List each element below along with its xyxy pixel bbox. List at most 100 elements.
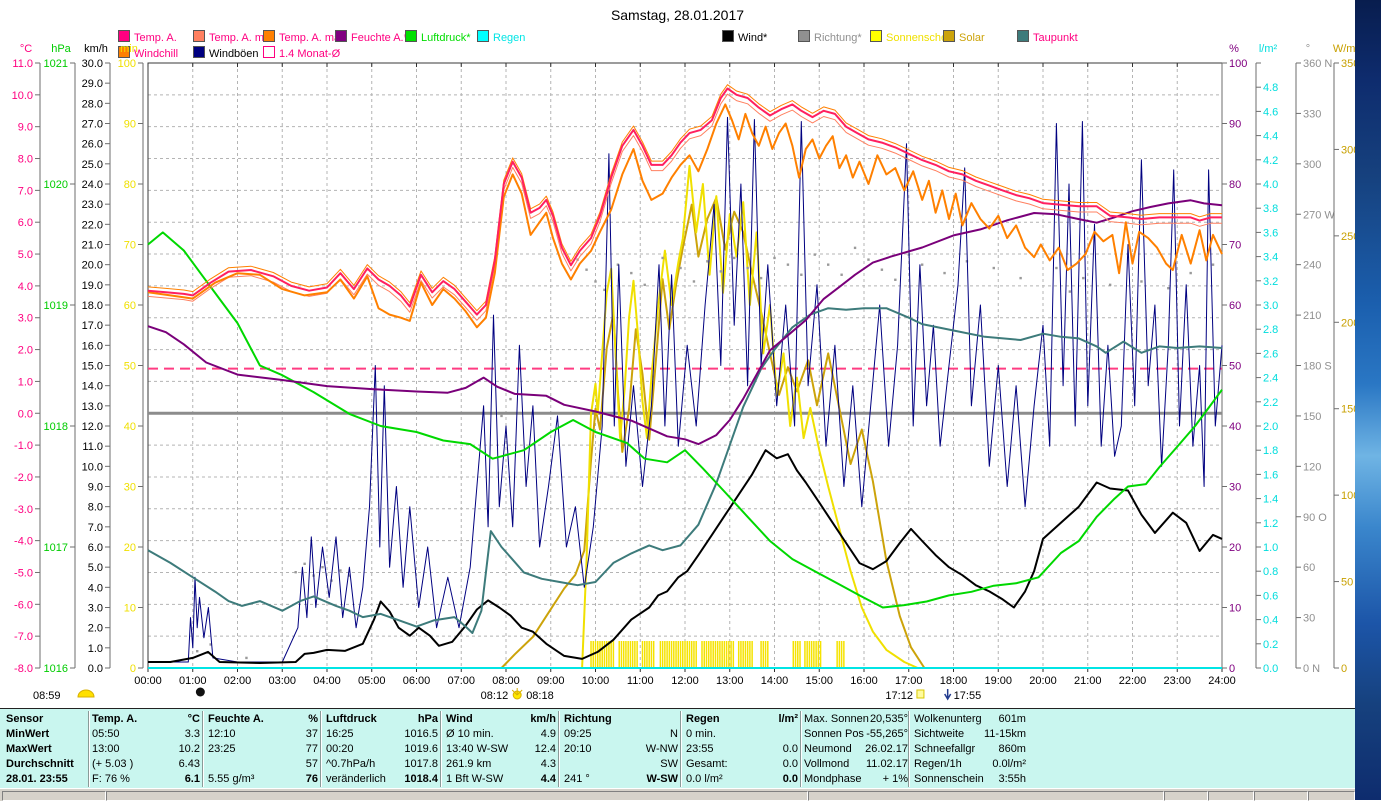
axis-tick-label: 100 xyxy=(1229,58,1247,70)
table-cell-value: 6.43 xyxy=(178,758,200,770)
axis-tick-label: 30.0 xyxy=(82,58,103,70)
axis-tick-label: 4.4 xyxy=(1263,131,1278,143)
axis-tick-label: 50 xyxy=(1229,361,1241,373)
table-row-label: Sensor xyxy=(6,713,44,725)
table-divider xyxy=(320,711,322,787)
axis-tick-label: -3.0 xyxy=(14,504,33,516)
x-tick-label: 12:00 xyxy=(671,675,699,687)
axis-tick-label: 270 W xyxy=(1303,209,1335,221)
axis-tick-label: 6.0 xyxy=(18,217,33,229)
stats-table: Sensor MinWert MaxWert Durchschnitt 28.01. 2… xyxy=(0,708,1355,790)
axis-tick-label: 11.0 xyxy=(12,58,33,70)
axis-tick-label: 7.0 xyxy=(88,522,103,534)
table-divider xyxy=(202,711,204,787)
axis-tick-label: 5.0 xyxy=(88,562,103,574)
corner-time-label: 08:59 xyxy=(33,690,61,702)
table-cell-value: 37 xyxy=(305,728,318,740)
sunset-marker-icon xyxy=(916,689,925,699)
axis-tick-label: 3.2 xyxy=(1263,276,1278,288)
axis-tick-label: 0 xyxy=(1341,663,1347,675)
axis-tick-label: 180 S xyxy=(1303,361,1332,373)
axis-tick-label: 50 xyxy=(1341,577,1353,589)
table-cell-value: W-NW xyxy=(645,743,678,755)
table-info-value: 860m xyxy=(998,743,1026,755)
axis-tick-label: 30 xyxy=(1229,482,1241,494)
axis-tick-label: 30 xyxy=(124,482,136,494)
axis-tick-label: 3.4 xyxy=(1263,252,1278,264)
table-col-unit: hPa xyxy=(417,713,438,725)
x-tick-label: 09:00 xyxy=(537,675,565,687)
axis-tick-label: 80 xyxy=(124,179,136,191)
axis-tick-label: 8.0 xyxy=(18,154,33,166)
axis-tick-label: 4.0 xyxy=(18,281,33,293)
axis-tick-label: 80 xyxy=(1229,179,1241,191)
axis-tick-label: 20 xyxy=(124,542,136,554)
table-cell-value: 76 xyxy=(305,773,318,785)
axis-tick-label: 100 xyxy=(1341,490,1355,502)
axis-tick-label: 30 xyxy=(1303,613,1315,625)
sunrise-end-label: 08:18 xyxy=(526,690,554,702)
axis-tick-label: 70 xyxy=(124,240,136,252)
axis-tick-label: 1.0 xyxy=(18,376,33,388)
x-tick-label: 08:00 xyxy=(492,675,520,687)
sunrise-time-label: 08:12 xyxy=(481,690,509,702)
axis-tick-label: 2.0 xyxy=(1263,421,1278,433)
axis-unit-label: °C xyxy=(20,43,32,55)
axis-tick-label: 1.6 xyxy=(1263,469,1278,481)
axis-tick-label: 1017 xyxy=(44,542,68,554)
axis-tick-label: 120 xyxy=(1303,461,1321,473)
table-info-value: 3:55h xyxy=(998,773,1026,785)
axis-tick-label: 2.6 xyxy=(1263,348,1278,360)
axis-tick-label: 200 xyxy=(1341,317,1355,329)
table-cell-value: 1017.8 xyxy=(404,758,438,770)
axis-unit-label: ° xyxy=(1306,43,1310,55)
axis-tick-label: 11.0 xyxy=(82,441,103,453)
table-info-value: 20,535° xyxy=(869,713,908,725)
axis-tick-label: 7.0 xyxy=(18,185,33,197)
axis-tick-label: 10 xyxy=(124,603,136,615)
table-cell-value: N xyxy=(670,728,678,740)
axis-tick-label: 0 N xyxy=(1303,663,1320,675)
axis-tick-label: 18.0 xyxy=(82,300,103,312)
axis-tick-label: 16.0 xyxy=(82,340,103,352)
table-info-value: -55,265° xyxy=(866,728,908,740)
axis-tick-label: 26.0 xyxy=(82,139,103,151)
axis-tick-label: 6.0 xyxy=(88,542,103,554)
axis-tick-label: -1.0 xyxy=(14,440,33,452)
table-cell-value: 1019.6 xyxy=(404,743,438,755)
axis-tick-label: -5.0 xyxy=(14,567,33,579)
axis-hpa xyxy=(70,62,76,669)
table-cell-value: 57 xyxy=(305,758,318,770)
axis-tick-label: 150 xyxy=(1303,411,1321,423)
table-info-value: 11.02.17 xyxy=(865,758,908,770)
axis-tick-label: 0.0 xyxy=(18,408,33,420)
axis-tick-label: 3.8 xyxy=(1263,203,1278,215)
table-cell-value: SW xyxy=(660,758,678,770)
axis-unit-label: % xyxy=(1229,43,1239,55)
table-divider xyxy=(800,711,802,787)
table-col-unit: km/h xyxy=(530,713,556,725)
x-tick-label: 05:00 xyxy=(358,675,386,687)
table-divider xyxy=(908,711,910,787)
axis-tick-label: -8.0 xyxy=(14,663,33,675)
table-cell-value: 77 xyxy=(305,743,318,755)
table-col-unit: l/m² xyxy=(778,713,798,725)
weather-chart[interactable]: 00:00 01:00 02:00 03:00 04:00 05:00 06:00 07:00… xyxy=(0,0,1355,708)
x-tick-label: 14:00 xyxy=(761,675,789,687)
axis-pct xyxy=(1221,62,1227,669)
axis-tick-label: 90 xyxy=(124,119,136,131)
x-tick-label: 22:00 xyxy=(1119,675,1147,687)
table-col-unit: °C xyxy=(187,713,200,725)
axis-tick-label: 350 xyxy=(1341,58,1355,70)
axis-tick-label: 3.0 xyxy=(1263,300,1278,312)
axis-tick-label: 60 xyxy=(1229,300,1241,312)
axis-unit-label: hPa xyxy=(51,43,71,55)
axis-tick-label: 4.2 xyxy=(1263,155,1278,167)
axis-tick-label: 50 xyxy=(124,361,136,373)
axis-tick-label: 20.0 xyxy=(82,260,103,272)
axis-tick-label: 0.8 xyxy=(1263,566,1278,578)
table-row-label: 28.01. 23:55 xyxy=(6,773,68,785)
axis-tick-label: 4.8 xyxy=(1263,82,1278,94)
axis-tick-label: 25.0 xyxy=(82,159,103,171)
axis-tick-label: 1.2 xyxy=(1263,518,1278,530)
